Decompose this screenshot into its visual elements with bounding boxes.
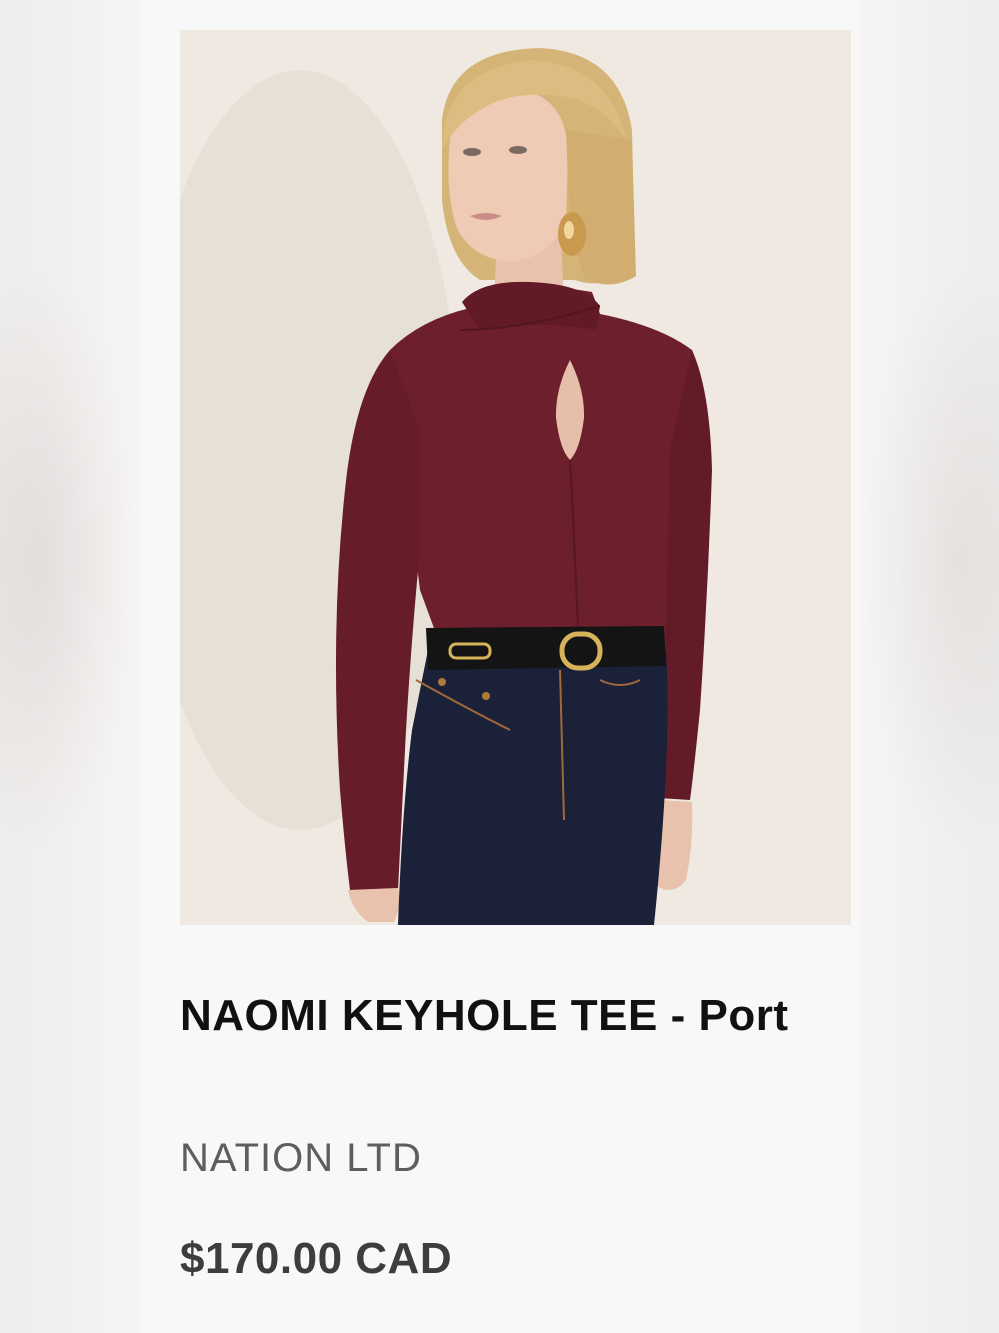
product-image[interactable]: [180, 30, 851, 925]
product-card[interactable]: NAOMI KEYHOLE TEE - Port NATION LTD $170…: [140, 0, 860, 1333]
product-photo-illustration: [180, 30, 851, 925]
product-title[interactable]: NAOMI KEYHOLE TEE - Port: [180, 984, 820, 1048]
product-brand[interactable]: NATION LTD: [180, 1134, 422, 1182]
product-price: $170.00 CAD: [180, 1234, 453, 1283]
